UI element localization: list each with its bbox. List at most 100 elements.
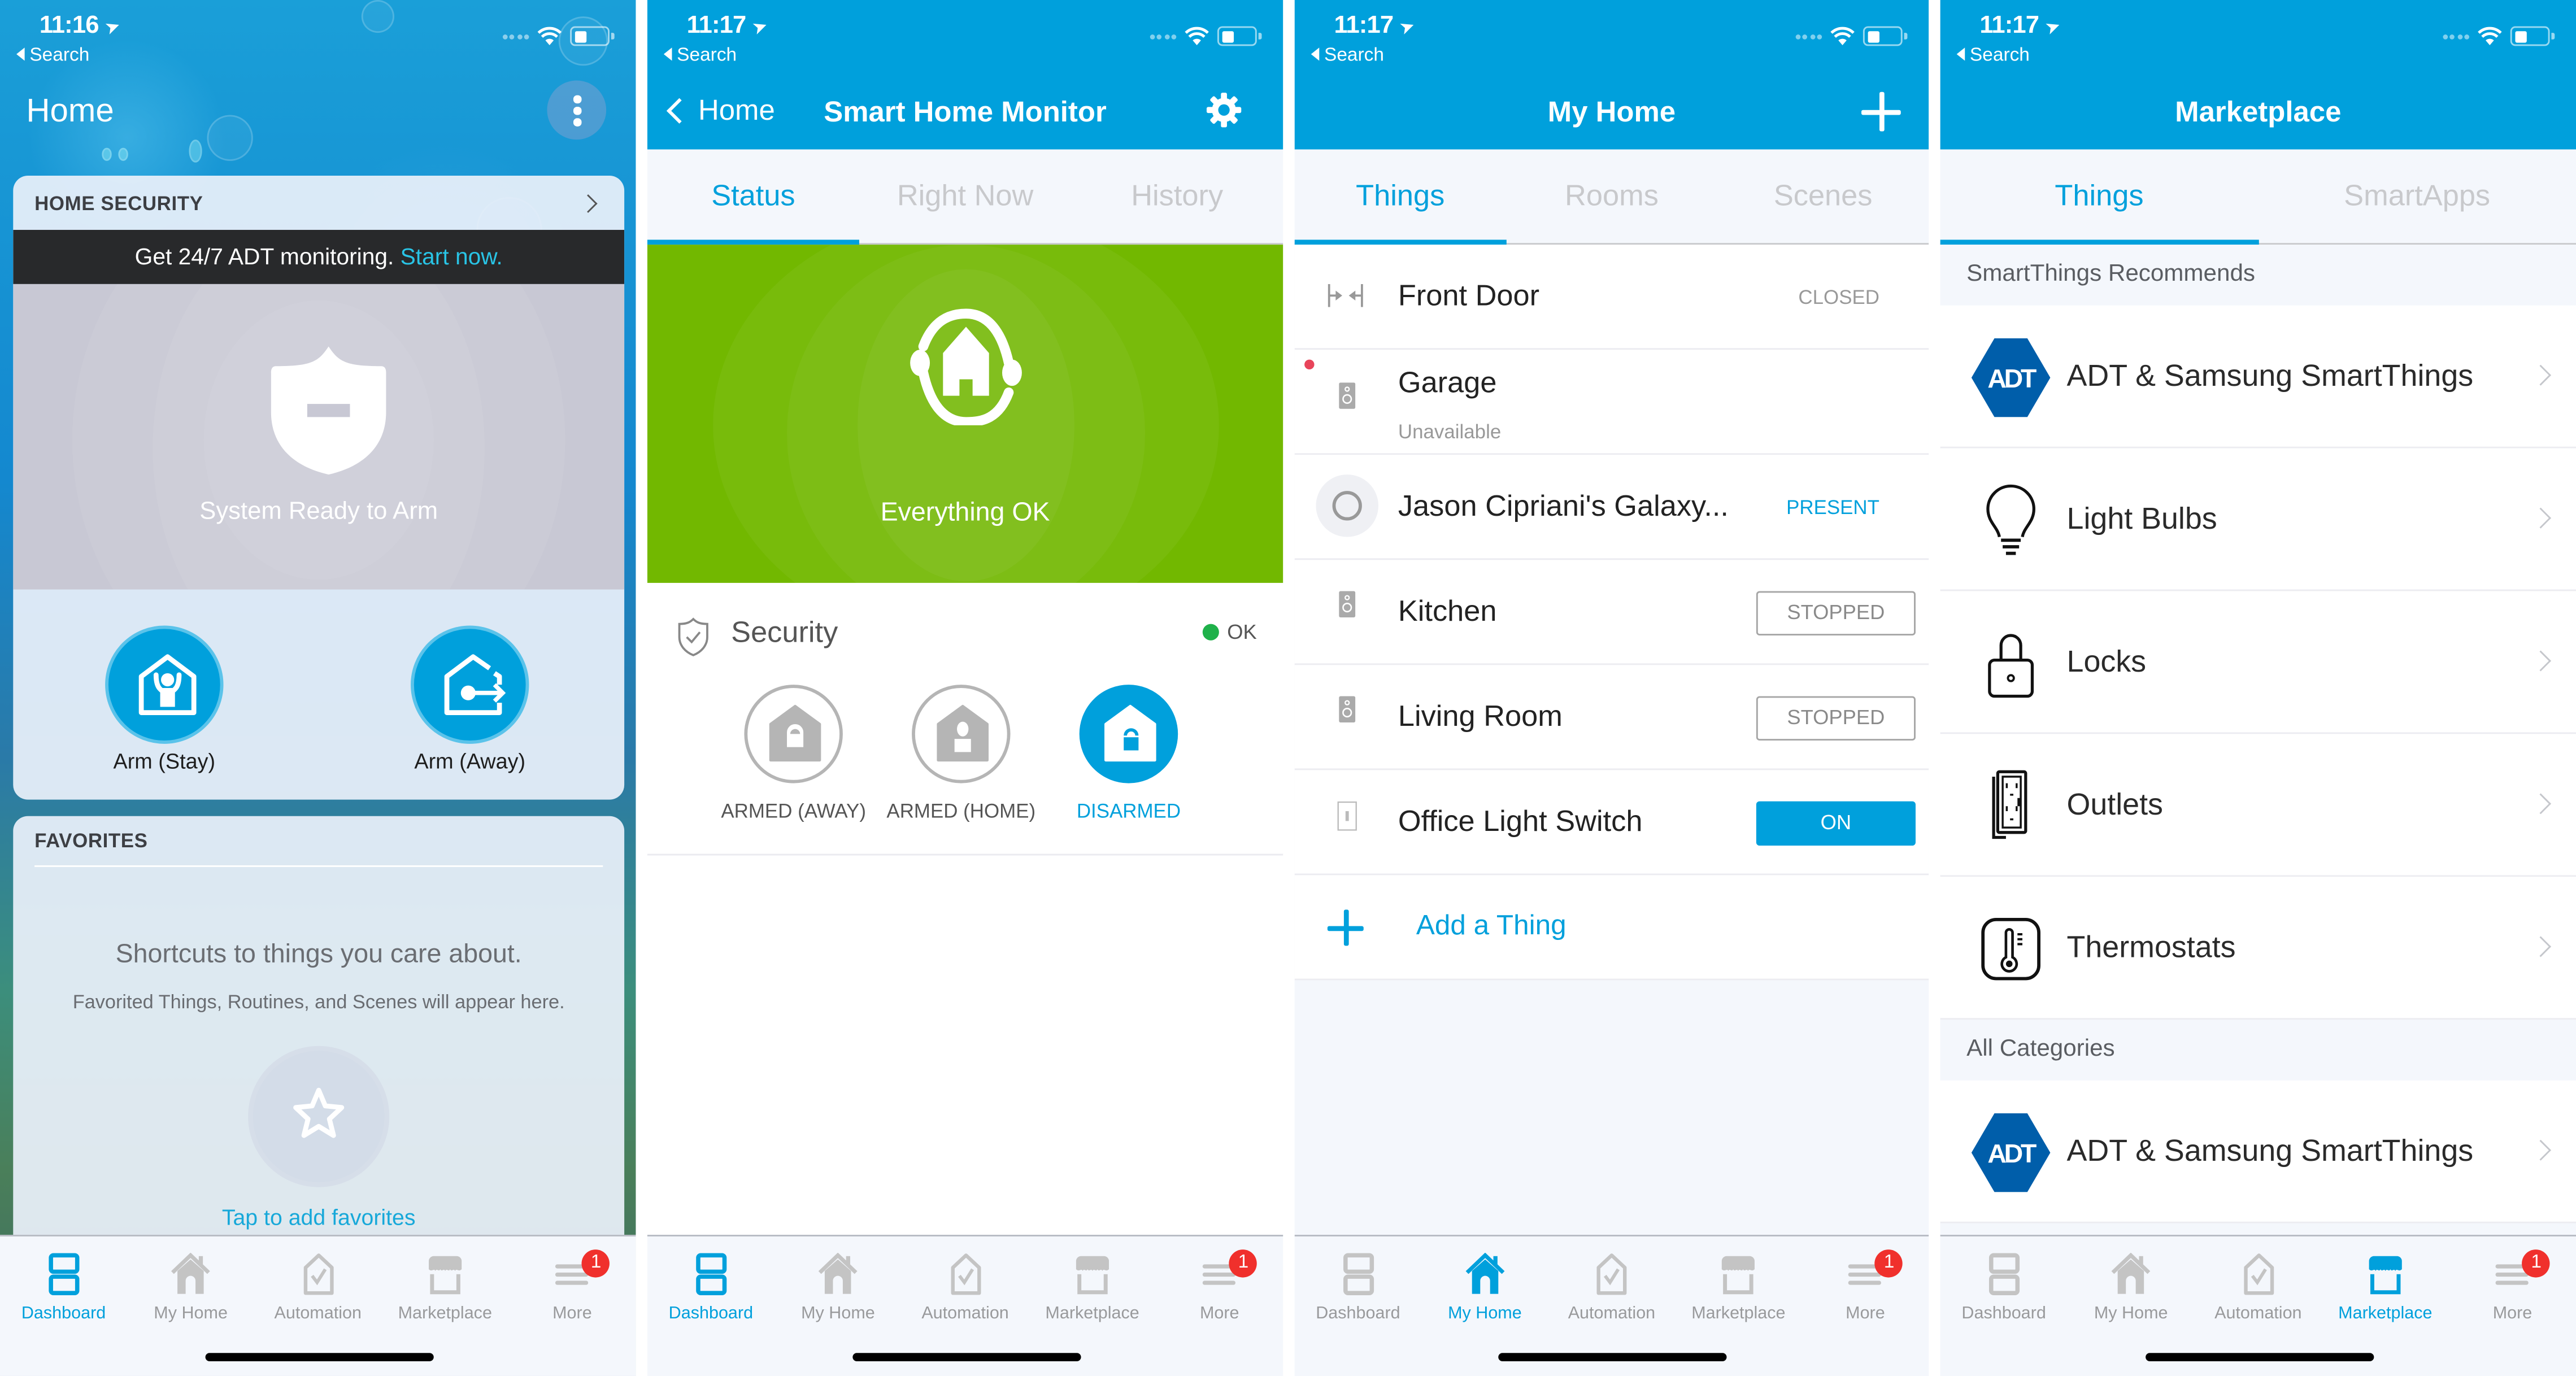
- menu-icon: [1155, 1253, 1283, 1296]
- page-title: My Home: [1547, 95, 1676, 128]
- tab-scenes[interactable]: Scenes: [1717, 150, 1929, 243]
- arm-stay-button[interactable]: [105, 625, 224, 744]
- tab-bar-item-marketplace[interactable]: Marketplace: [2321, 1246, 2449, 1323]
- tap-to-add-favorites-link[interactable]: Tap to add favorites: [13, 1205, 624, 1230]
- list-item[interactable]: Garage Unavailable: [1294, 350, 1929, 455]
- list-item[interactable]: Locks: [1940, 591, 2576, 734]
- wifi-icon: [2478, 27, 2502, 45]
- tab-bar-item-automation[interactable]: Automation: [901, 1246, 1029, 1323]
- battery-icon: [570, 26, 614, 46]
- tab-bar-item-more[interactable]: More 1: [2448, 1246, 2576, 1323]
- tab-bar-label: Marketplace: [1045, 1304, 1139, 1323]
- tab-bar-label: Automation: [921, 1304, 1009, 1323]
- signal-icon: [2442, 33, 2470, 39]
- tab-history[interactable]: History: [1071, 150, 1283, 243]
- thing-name: Jason Cipriani's Galaxy...: [1398, 489, 1729, 522]
- security-state: OK: [1202, 621, 1257, 644]
- add-favorite-button[interactable]: [248, 1046, 390, 1187]
- list-item[interactable]: Outlets: [1940, 734, 2576, 877]
- disarmed-button[interactable]: [1079, 685, 1178, 783]
- tab-right-now[interactable]: Right Now: [859, 150, 1071, 243]
- tab-status[interactable]: Status: [647, 150, 859, 245]
- home-indicator[interactable]: [2144, 1353, 2373, 1361]
- start-now-link[interactable]: Start now.: [401, 243, 503, 269]
- tab-bar-item-more[interactable]: More 1: [1802, 1246, 1929, 1323]
- arm-buttons: Arm (Stay) Arm (Away): [13, 590, 624, 800]
- tab-bar-item-automation[interactable]: Automation: [254, 1246, 382, 1323]
- tab-bar-item-my-home[interactable]: My Home: [127, 1246, 255, 1323]
- arm-away-button[interactable]: [411, 625, 529, 744]
- list-item[interactable]: Light Bulbs: [1940, 448, 2576, 591]
- tab-smartapps[interactable]: SmartApps: [2258, 150, 2576, 243]
- tab-bar-item-marketplace[interactable]: Marketplace: [1674, 1246, 1803, 1323]
- things-list: Front Door CLOSED Garage Unavailable Jas…: [1294, 245, 1929, 981]
- tab-bar-item-dashboard[interactable]: Dashboard: [647, 1246, 775, 1323]
- thing-name: Living Room: [1398, 699, 1563, 733]
- tab-bar-label: More: [552, 1304, 592, 1323]
- back-to-search-link[interactable]: Search: [1956, 46, 2030, 66]
- tab-bar-item-more[interactable]: More 1: [1155, 1246, 1283, 1323]
- tab-bar-label: My Home: [2094, 1304, 2168, 1323]
- list-item[interactable]: Front Door CLOSED: [1294, 245, 1929, 350]
- tab-bar-item-more[interactable]: More 1: [508, 1246, 636, 1323]
- home-icon: [127, 1252, 255, 1296]
- tab-bar-item-my-home[interactable]: My Home: [774, 1246, 902, 1323]
- back-triangle-icon: [1311, 47, 1320, 61]
- armed-home-button[interactable]: [912, 685, 1011, 783]
- tab-rooms[interactable]: Rooms: [1506, 150, 1717, 243]
- list-item[interactable]: Jason Cipriani's Galaxy... PRESENT: [1294, 455, 1929, 560]
- tab-bar-item-dashboard[interactable]: Dashboard: [1940, 1246, 2068, 1323]
- back-to-search-link[interactable]: Search: [16, 46, 89, 66]
- tab-bar-item-dashboard[interactable]: Dashboard: [0, 1246, 128, 1323]
- menu-icon: [508, 1253, 636, 1296]
- list-item[interactable]: ADT ADT & Samsung SmartThings: [1940, 1080, 2576, 1223]
- automation-icon: [254, 1253, 382, 1296]
- status-bar: 11:16 ➤ Search: [0, 0, 636, 79]
- armed-away-button[interactable]: [744, 685, 843, 783]
- tab-bar-item-automation[interactable]: Automation: [1548, 1246, 1676, 1323]
- arm-stay-icon: [138, 654, 197, 715]
- shield-icon: [271, 346, 386, 475]
- home-indicator[interactable]: [204, 1353, 433, 1361]
- system-status-text: System Ready to Arm: [199, 497, 438, 526]
- tab-bar-item-marketplace[interactable]: Marketplace: [1028, 1246, 1156, 1323]
- tab-bar-item-marketplace[interactable]: Marketplace: [381, 1246, 509, 1323]
- tab-bar-label: Dashboard: [1961, 1304, 2046, 1323]
- tab-things[interactable]: Things: [1294, 150, 1506, 245]
- more-options-button[interactable]: [547, 80, 607, 140]
- tab-bar-label: Dashboard: [1316, 1304, 1400, 1323]
- back-triangle-icon: [16, 47, 25, 61]
- section-header: SmartThings Recommends: [1940, 245, 2576, 306]
- armed-away-label: ARMED (AWAY): [721, 799, 866, 823]
- tab-bar-item-my-home[interactable]: My Home: [1421, 1246, 1549, 1323]
- home-security-header[interactable]: HOME SECURITY: [13, 176, 624, 230]
- list-item[interactable]: Thermostats: [1940, 877, 2576, 1020]
- back-to-search-link[interactable]: Search: [1311, 46, 1384, 66]
- back-to-search-link[interactable]: Search: [663, 46, 737, 66]
- chevron-right-icon: [2530, 936, 2552, 957]
- tab-bar-item-dashboard[interactable]: Dashboard: [1295, 1246, 1422, 1323]
- add-thing-button[interactable]: Add a Thing: [1294, 875, 1929, 981]
- list-item[interactable]: Living Room STOPPED: [1294, 665, 1929, 770]
- battery-icon: [1217, 26, 1261, 46]
- thing-subtitle: Unavailable: [1398, 420, 1502, 443]
- tab-bar-item-my-home[interactable]: My Home: [2067, 1246, 2195, 1323]
- home-indicator[interactable]: [1498, 1353, 1727, 1361]
- tab-bar-item-automation[interactable]: Automation: [2194, 1246, 2322, 1323]
- list-item[interactable]: ADT ADT & Samsung SmartThings: [1940, 305, 2576, 448]
- list-item[interactable]: Office Light Switch ON: [1294, 770, 1929, 876]
- home-indicator[interactable]: [851, 1353, 1081, 1361]
- page-title: Marketplace: [2175, 95, 2342, 128]
- play-status-button[interactable]: STOPPED: [1756, 591, 1916, 635]
- add-icon[interactable]: [1861, 92, 1901, 132]
- status-bar: 11:17 ➤ Search: [1295, 0, 1929, 79]
- gear-icon[interactable]: [1206, 92, 1242, 128]
- svg-text:ADT: ADT: [1987, 1139, 2036, 1168]
- tab-things[interactable]: Things: [1940, 150, 2259, 245]
- list-item[interactable]: Kitchen STOPPED: [1294, 560, 1929, 665]
- switch-on-button[interactable]: ON: [1756, 801, 1916, 846]
- home-monitor-icon: [910, 308, 1022, 425]
- play-status-button[interactable]: STOPPED: [1756, 696, 1916, 741]
- home-icon: [1421, 1252, 1549, 1296]
- lock-icon: [1988, 634, 2034, 698]
